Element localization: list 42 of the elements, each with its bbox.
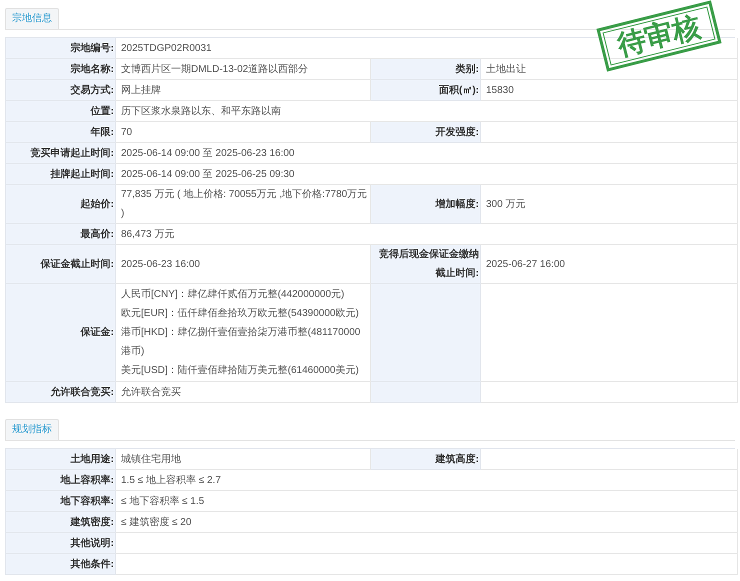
field-value-line: 欧元[EUR]：伍仟肆佰叁拾玖万欧元整(54390000欧元) [121, 306, 360, 321]
field-label: 宗地编号: [6, 38, 116, 59]
field-value: 2025-06-27 16:00 [481, 245, 738, 284]
review-stamp: 待审核 [596, 0, 722, 72]
field-value: 2025-06-14 09:00 至 2025-06-23 16:00 [116, 143, 738, 164]
field-label: 地下容积率: [6, 491, 116, 512]
field-label: 保证金: [6, 284, 116, 382]
field-label: 年限: [6, 122, 116, 143]
field-value: 城镇住宅用地 [116, 449, 371, 470]
field-value: ≤ 地下容积率 ≤ 1.5 [116, 491, 738, 512]
field-label: 面积(㎡): [371, 80, 481, 101]
field-value: 允许联合竞买 [116, 382, 371, 403]
field-label: 类别: [371, 59, 481, 80]
field-label: 竞得后现金保证金缴纳截止时间: [371, 245, 481, 284]
field-label: 最高价: [6, 224, 116, 245]
field-value: ≤ 建筑密度 ≤ 20 [116, 512, 738, 533]
field-label: 开发强度: [371, 122, 481, 143]
field-value-line: 美元[USD]：陆仟壹佰肆拾陆万美元整(61460000美元) [121, 364, 360, 378]
field-label: 增加幅度: [371, 185, 481, 224]
field-value-line: 港币[HKD]：肆亿捌仟壹佰壹拾柒万港币整(481170000港币) [121, 326, 362, 359]
field-value: 文博西片区一期DMLD-13-02道路以西部分 [116, 59, 371, 80]
field-value: 70 [116, 122, 371, 143]
field-label: 其他条件: [6, 554, 116, 575]
field-value: 1.5 ≤ 地上容积率 ≤ 2.7 [116, 470, 738, 491]
field-value: 土地出让 [481, 59, 738, 80]
field-label: 土地用途: [6, 449, 116, 470]
field-label: 建筑密度: [6, 512, 116, 533]
field-value: 300 万元 [481, 185, 738, 224]
field-value-line: 人民币[CNY]：肆亿肆仟贰佰万元整(442000000元) [121, 288, 346, 302]
field-label: 建筑高度: [371, 449, 481, 470]
field-label: 起始价: [6, 185, 116, 224]
field-label: 位置: [6, 101, 116, 122]
field-label: 保证金截止时间: [6, 245, 116, 284]
field-label: 其他说明: [6, 533, 116, 554]
field-value: 网上挂牌 [116, 80, 371, 101]
field-label: 宗地名称: [6, 59, 116, 80]
field-label: 地上容积率: [6, 470, 116, 491]
field-label: 竞买申请起止时间: [6, 143, 116, 164]
field-value: 15830 [481, 80, 738, 101]
field-label: 交易方式: [6, 80, 116, 101]
field-label: 允许联合竞买: [6, 382, 116, 403]
field-label: 挂牌起止时间: [6, 164, 116, 185]
